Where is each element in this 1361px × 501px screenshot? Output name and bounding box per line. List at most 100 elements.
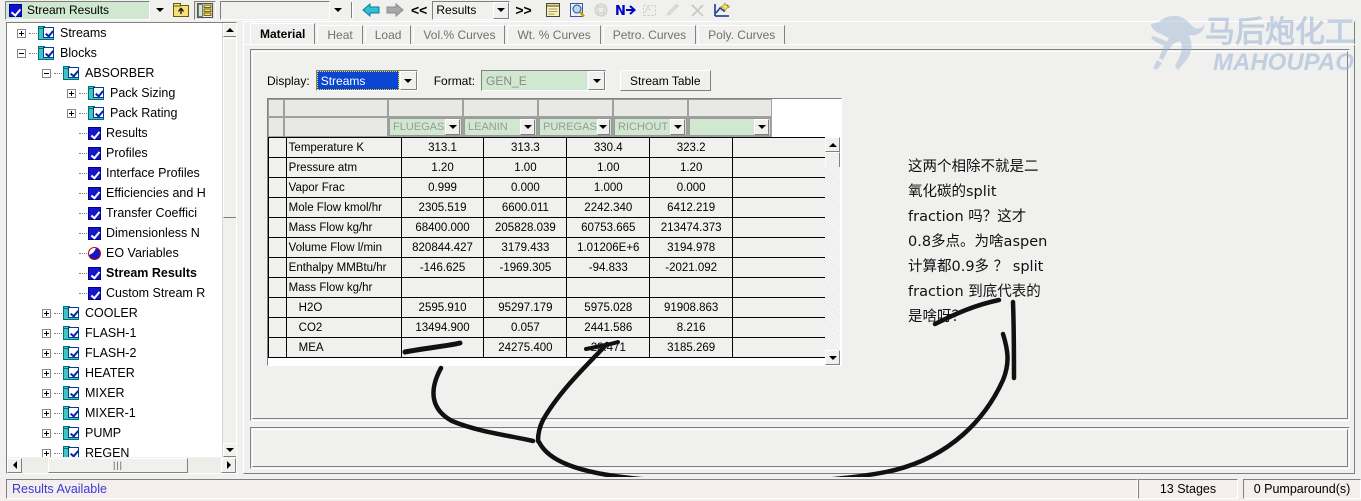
report-button[interactable] [591,1,613,20]
tree-item-results[interactable]: Results [7,123,222,143]
expand-icon[interactable] [42,388,51,398]
table-row[interactable]: Pressure atm 1.20 1.00 1.00 1.20 [268,157,826,178]
grid-scroll-track[interactable] [825,167,840,350]
expand-icon[interactable] [42,408,51,418]
cell-value[interactable] [732,197,826,218]
table-row[interactable]: Enthalpy MMBtu/hr -146.625 -1969.305 -94.83… [268,257,826,278]
stream-column-combo[interactable] [689,118,771,136]
tree-hscroll-track[interactable]: ||| [22,457,221,473]
tree-item-dimensionless-n[interactable]: Dimensionless N [7,223,222,243]
expand-icon[interactable] [42,348,51,358]
tree-horizontal-scrollbar[interactable]: ||| [7,457,236,473]
cell-value[interactable]: 2441.586 [566,317,651,338]
tree-scroll-down-button[interactable] [223,443,236,457]
pencil-button[interactable] [663,1,685,20]
cell-value[interactable] [732,157,826,178]
cell-value[interactable] [400,277,485,298]
row-selector-cell[interactable] [268,337,287,358]
cell-value[interactable]: 5975.028 [566,297,651,318]
tab-petro-curves[interactable]: Petro. Curves [602,25,697,44]
tree-item-mixer[interactable]: MIXER [7,383,222,403]
tree-item-absorber[interactable]: ABSORBER [7,63,222,83]
cell-value[interactable]: 3179.433 [483,237,568,258]
back-button[interactable] [360,1,382,20]
selection-button[interactable] [639,1,661,20]
cell-value[interactable] [732,137,826,158]
input-summary-button[interactable] [567,1,589,20]
cell-value[interactable]: 3194.978 [649,237,734,258]
cell-value[interactable] [732,237,826,258]
tree-scroll-right-button[interactable] [221,457,236,473]
cell-value[interactable]: 60753.665 [566,217,651,238]
expand-icon[interactable] [42,368,51,378]
cell-value[interactable]: 1.000 [566,177,651,198]
folder-up-button[interactable] [170,1,192,20]
cell-value[interactable]: 1.00 [483,157,568,178]
tree-item-eo-variables[interactable]: EO Variables [7,243,222,263]
tree-item-transfer-coeffici[interactable]: Transfer Coeffici [7,203,222,223]
tree-item-pack-sizing[interactable]: Pack Sizing [7,83,222,103]
cell-value[interactable]: -94.833 [566,257,651,278]
table-row[interactable]: Temperature K 313.1 313.3 330.4 323.2 [268,137,826,158]
row-selector-cell[interactable] [268,297,287,318]
cell-value[interactable] [732,177,826,198]
table-row[interactable]: Mass Flow kg/hr 68400.000 205828.039 60753.… [268,217,826,238]
tree-item-profiles[interactable]: Profiles [7,143,222,163]
expand-icon[interactable] [42,448,51,457]
cell-value[interactable]: 6600.011 [483,197,568,218]
expand-icon[interactable] [42,428,51,438]
tree-vertical-scrollbar[interactable] [222,23,236,457]
cell-value[interactable]: 8.216 [649,317,734,338]
row-selector-cell[interactable] [268,277,287,298]
cell-value[interactable] [732,277,826,298]
row-selector-cell[interactable] [268,137,287,158]
stream-column-dropdown-arrow[interactable] [754,119,769,135]
cell-value[interactable]: 0.000 [483,177,568,198]
stream-column-dropdown-arrow[interactable] [445,119,460,135]
tab-heat[interactable]: Heat [317,25,363,44]
tree-item-flash-1[interactable]: FLASH-1 [7,323,222,343]
tree-scroll-up-button[interactable] [223,23,236,37]
table-row[interactable]: Mass Flow kg/hr [268,277,826,298]
expand-icon[interactable] [17,28,26,38]
cell-value[interactable]: 1.00 [566,157,651,178]
row-selector-cell[interactable] [268,317,287,338]
row-selector-cell[interactable] [268,157,287,178]
cell-value[interactable]: 2242.340 [566,197,651,218]
tab-vol-curves[interactable]: Vol.% Curves [413,25,506,44]
cell-value[interactable]: 313.1 [400,137,485,158]
tree-item-heater[interactable]: HEATER [7,363,222,383]
cell-value[interactable]: 205828.039 [483,217,568,238]
tree-scroll-thumb[interactable] [223,38,236,218]
collapse-icon[interactable] [42,68,51,78]
cell-value[interactable]: 213474.373 [649,217,734,238]
grid-scroll-up-button[interactable] [825,137,840,152]
cell-value[interactable] [732,257,826,278]
tree-view-button[interactable] [194,0,216,20]
stream-column-combo[interactable]: PUREGAS [539,118,612,136]
grid-vertical-scrollbar[interactable] [825,137,840,365]
tree-item-pack-rating[interactable]: Pack Rating [7,103,222,123]
tab-material[interactable]: Material [250,23,316,44]
cell-value[interactable] [732,317,826,338]
expand-icon[interactable] [67,108,76,118]
row-selector-cell[interactable] [268,177,287,198]
tab-load[interactable]: Load [364,25,412,44]
cell-value[interactable] [732,217,826,238]
expand-icon[interactable] [67,88,76,98]
table-row[interactable]: H2O 2595.910 95297.179 5975.028 91908.863 [268,297,826,318]
table-row[interactable]: CO2 13494.900 0.057 2441.586 8.216 [268,317,826,338]
table-row[interactable]: Mole Flow kmol/hr 2305.519 6600.011 2242.34… [268,197,826,218]
table-row[interactable]: MEA 24275.400 23.471 3185.269 [268,337,826,358]
expand-icon[interactable] [42,308,51,318]
expand-icon[interactable] [42,328,51,338]
stream-column-dropdown-arrow[interactable] [520,119,535,135]
cell-value[interactable]: 2595.910 [400,297,485,318]
tree-item-cooler[interactable]: COOLER [7,303,222,323]
cell-value[interactable] [566,277,651,298]
tree-item-interface-profiles[interactable]: Interface Profiles [7,163,222,183]
row-selector-cell[interactable] [268,237,287,258]
plot-wizard-button[interactable] [711,1,733,20]
cell-value[interactable]: 23.471 [566,337,651,358]
tree-item-pump[interactable]: PUMP [7,423,222,443]
